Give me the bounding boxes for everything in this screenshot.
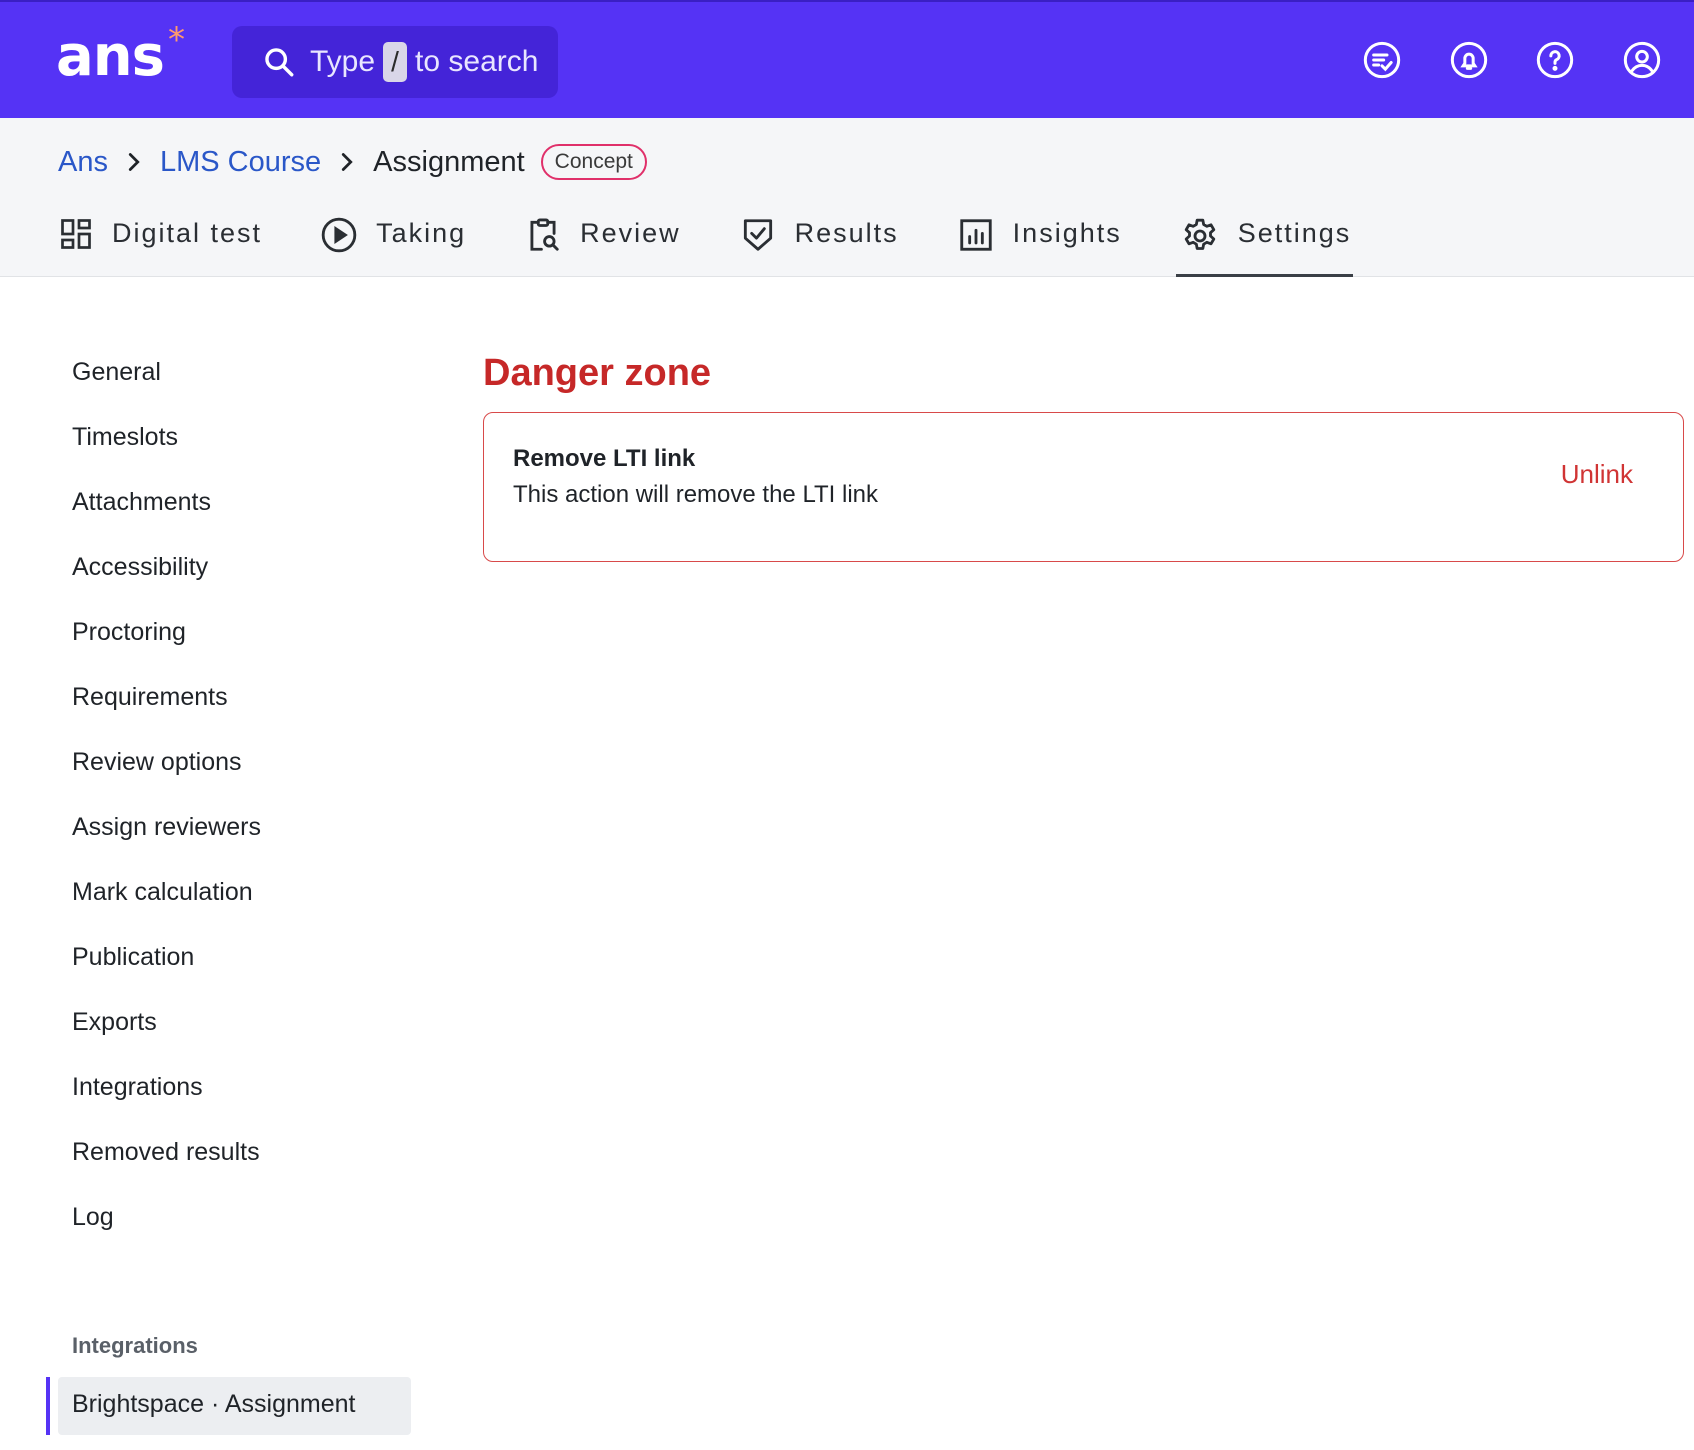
settings-nav: General Timeslots Attachments Accessibil…: [72, 358, 261, 1268]
logo-asterisk: *: [168, 20, 185, 60]
nav-item-proctoring[interactable]: Proctoring: [72, 618, 261, 683]
nav-item-integrations[interactable]: Integrations: [72, 1073, 261, 1138]
tab-label: Results: [794, 218, 899, 248]
nav-item-timeslots[interactable]: Timeslots: [72, 423, 261, 488]
card-title: Remove LTI link: [513, 445, 696, 472]
nav-item-log[interactable]: Log: [72, 1203, 261, 1268]
shield-check-icon: [743, 219, 772, 251]
gear-icon: [1184, 218, 1215, 250]
nav-item-review-options[interactable]: Review options: [72, 748, 261, 813]
bar-chart-icon: [959, 219, 992, 251]
help-icon[interactable]: [1535, 40, 1575, 80]
tab-bar: Digital test Taking Review Results Insig…: [58, 214, 1411, 277]
tab-results[interactable]: Results: [739, 214, 899, 277]
nav-item-accessibility[interactable]: Accessibility: [72, 553, 261, 618]
search-prefix: Type: [310, 45, 376, 78]
clipboard-search-icon: [530, 218, 559, 251]
review-list-icon[interactable]: [1362, 40, 1402, 80]
nav-item-exports[interactable]: Exports: [72, 1008, 261, 1073]
top-bar: ans * Type / to search: [0, 0, 1694, 118]
status-badge: Concept: [540, 144, 647, 180]
tab-label: Insights: [1012, 218, 1122, 248]
breadcrumb: Ans LMS Course Assignment Concept: [58, 142, 647, 182]
danger-zone-heading: Danger zone: [483, 352, 712, 394]
tab-review[interactable]: Review: [524, 214, 681, 277]
chevron-right-icon: [126, 152, 142, 172]
nav-section-title: Integrations: [72, 1333, 198, 1358]
dashboard-icon: [61, 219, 91, 249]
nav-item-brightspace-assignment[interactable]: Brightspace · Assignment: [58, 1377, 411, 1435]
danger-zone-card: Remove LTI link This action will remove …: [483, 412, 1684, 562]
tab-label: Settings: [1237, 218, 1352, 248]
card-description: This action will remove the LTI link: [513, 481, 879, 508]
breadcrumb-link-course[interactable]: LMS Course: [160, 146, 321, 179]
nav-item-attachments[interactable]: Attachments: [72, 488, 261, 553]
tab-taking[interactable]: Taking: [320, 214, 466, 277]
tab-label: Digital test: [112, 218, 263, 248]
unlink-button[interactable]: Unlink: [1561, 459, 1633, 490]
search-icon: [265, 48, 294, 77]
user-account-icon[interactable]: [1622, 40, 1662, 80]
app-logo[interactable]: ans *: [56, 20, 185, 89]
nav-item-mark-calculation[interactable]: Mark calculation: [72, 878, 261, 943]
sub-header: Ans LMS Course Assignment Concept Digita…: [0, 118, 1694, 277]
tab-settings[interactable]: Settings: [1175, 214, 1354, 277]
play-circle-icon: [321, 217, 357, 253]
nav-item-requirements[interactable]: Requirements: [72, 683, 261, 748]
search-suffix: to search: [415, 45, 539, 78]
nav-item-publication[interactable]: Publication: [72, 943, 261, 1008]
nav-item-general[interactable]: General: [72, 358, 261, 423]
search-input[interactable]: Type / to search: [232, 26, 558, 98]
tab-label: Review: [580, 218, 681, 248]
tab-label: Taking: [376, 218, 467, 248]
active-indicator: [46, 1377, 50, 1435]
nav-item-removed-results[interactable]: Removed results: [72, 1138, 261, 1203]
tab-digital-test[interactable]: Digital test: [58, 214, 262, 277]
search-shortcut-key: /: [383, 42, 408, 82]
page-title: Assignment: [373, 145, 525, 178]
chevron-right-icon: [339, 152, 355, 172]
nav-item-assign-reviewers[interactable]: Assign reviewers: [72, 813, 261, 878]
tab-insights[interactable]: Insights: [957, 214, 1122, 277]
breadcrumb-link-ans[interactable]: Ans: [58, 146, 108, 179]
notification-bell-icon[interactable]: [1449, 40, 1489, 80]
